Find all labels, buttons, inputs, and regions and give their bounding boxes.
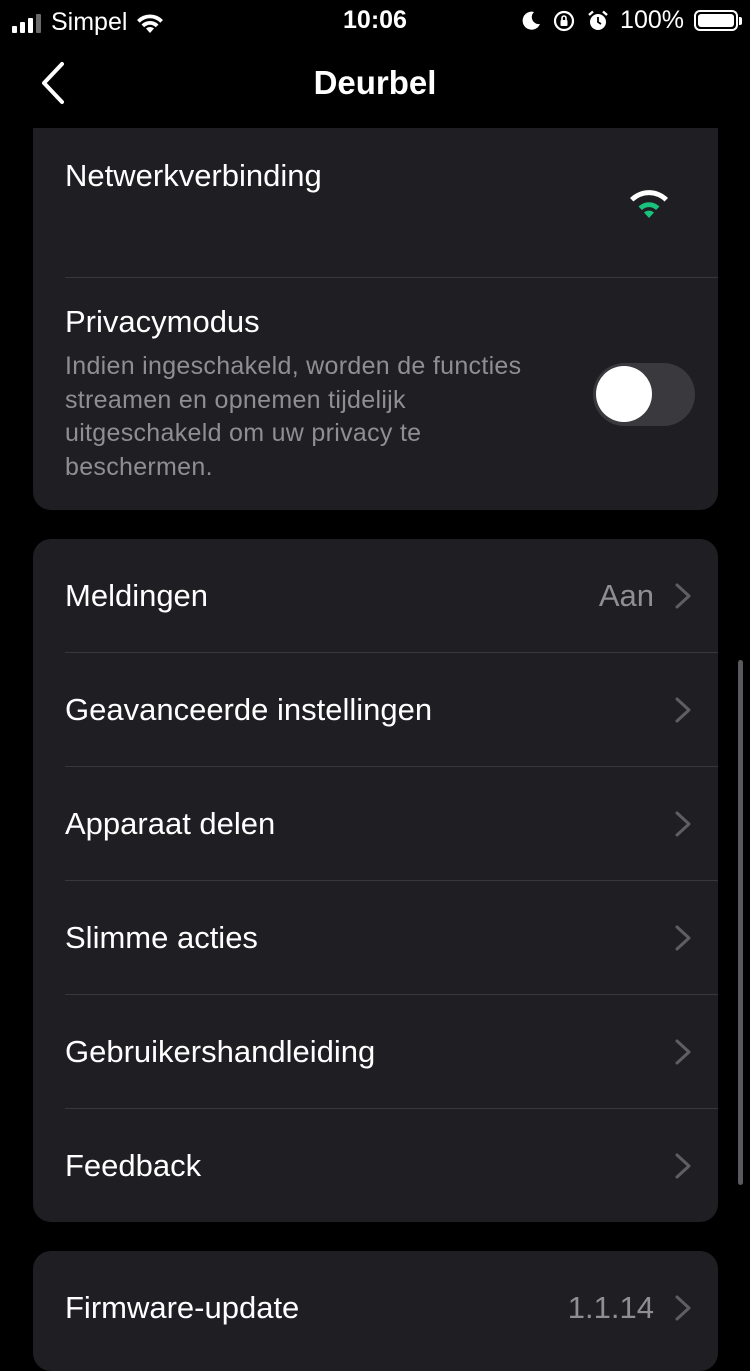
firmware-card: Firmware-update 1.1.14	[33, 1251, 718, 1371]
status-right: 100%	[520, 6, 742, 35]
chevron-right-icon	[675, 1295, 691, 1321]
row-label: Gebruikershandleiding	[65, 1034, 376, 1069]
row-value: Aan	[598, 578, 654, 613]
row-label: Geavanceerde instellingen	[65, 692, 433, 727]
wifi-strength-icon	[630, 190, 668, 218]
row-label: Slimme acties	[65, 920, 258, 955]
settings-row-smart-actions[interactable]: Slimme acties	[33, 881, 718, 995]
toggle-knob	[596, 366, 652, 422]
battery-icon	[694, 10, 742, 31]
settings-row-user-manual[interactable]: Gebruikershandleiding	[33, 995, 718, 1109]
row-label: Firmware-update	[65, 1290, 300, 1325]
firmware-version: 1.1.14	[567, 1290, 654, 1325]
row-label: Feedback	[65, 1148, 202, 1183]
status-bar: Simpel 10:06 100%	[0, 0, 750, 44]
privacy-mode-description: Indien ingeschakeld, worden de functies …	[65, 352, 522, 481]
privacy-mode-title: Privacymodus	[65, 304, 260, 339]
divider	[65, 277, 718, 278]
chevron-right-icon	[675, 697, 691, 723]
settings-list-card: Meldingen Aan Geavanceerde instellingen …	[33, 539, 718, 1222]
page-title: Deurbel	[313, 64, 437, 101]
alarm-icon	[588, 10, 608, 30]
settings-row-share-device[interactable]: Apparaat delen	[33, 767, 718, 881]
network-connection-label: Netwerkverbinding	[65, 158, 322, 193]
device-status-card: Netwerkverbinding Privacymodus Indien in…	[33, 128, 718, 510]
navigation-bar: Deurbel	[0, 44, 750, 128]
battery-percentage: 100%	[620, 6, 684, 34]
scrollbar[interactable]	[738, 660, 743, 1185]
chevron-right-icon	[675, 583, 691, 609]
orientation-lock-icon	[553, 10, 575, 31]
settings-row-advanced[interactable]: Geavanceerde instellingen	[33, 653, 718, 767]
network-connection-row[interactable]: Netwerkverbinding	[33, 128, 718, 278]
settings-row-notifications[interactable]: Meldingen Aan	[33, 539, 718, 653]
row-label: Meldingen	[65, 578, 209, 613]
privacy-mode-toggle[interactable]	[593, 363, 695, 426]
settings-row-firmware-update[interactable]: Firmware-update 1.1.14	[33, 1251, 718, 1365]
moon-icon	[522, 11, 541, 30]
chevron-right-icon	[675, 1039, 691, 1065]
chevron-right-icon	[675, 811, 691, 837]
chevron-right-icon	[675, 1153, 691, 1179]
chevron-right-icon	[675, 925, 691, 951]
row-label: Apparaat delen	[65, 806, 276, 841]
settings-row-feedback[interactable]: Feedback	[33, 1109, 718, 1222]
